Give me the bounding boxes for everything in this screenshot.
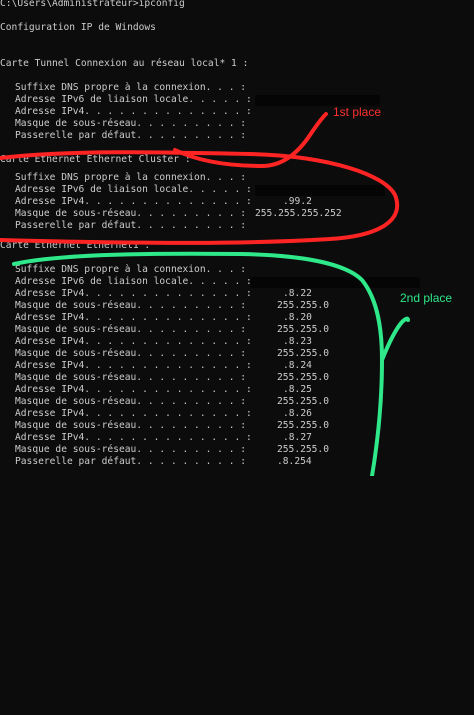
config-line-label: Masque de sous-réseau. . . . . . . . . : (15, 372, 247, 383)
command-prompt-window[interactable]: C:\Users\Administrateur>ipconfig Configu… (0, 0, 474, 476)
ipv4-value: .8.20 (283, 312, 312, 323)
config-line-label: Adresse IPv4. . . . . . . . . . . . . . … (15, 312, 252, 323)
config-line-label: Passerelle par défaut. . . . . . . . . : (15, 456, 247, 467)
ipv4-value: .8.23 (283, 336, 312, 347)
config-line-label: Masque de sous-réseau. . . . . . . . . : (15, 300, 247, 311)
first-place-label: 1st place (333, 105, 382, 119)
adapter-title-ethernet-cluster: Carte Ethernet Ethernet Cluster : (0, 154, 191, 165)
ipv4-value: .99.2 (283, 196, 312, 207)
config-line-label: Masque de sous-réseau. . . . . . . . . : (15, 444, 247, 455)
config-line-label: Adresse IPv6 de liaison locale. . . . . … (15, 184, 252, 195)
config-line-label: Masque de sous-réseau. . . . . . . . . : (15, 324, 247, 335)
config-line-label: Adresse IPv4. . . . . . . . . . . . . . … (15, 336, 252, 347)
config-line-label: Adresse IPv4. . . . . . . . . . . . . . … (15, 106, 252, 117)
config-line-label: Adresse IPv4. . . . . . . . . . . . . . … (15, 408, 252, 419)
gateway-value: .8.254 (277, 456, 312, 467)
ipv4-value: .8.27 (283, 432, 312, 443)
config-line-label: Masque de sous-réseau. . . . . . . . . : (15, 208, 247, 219)
ipv4-value: .8.25 (283, 384, 312, 395)
prompt-line: C:\Users\Administrateur>ipconfig (0, 0, 185, 9)
config-line-label: Masque de sous-réseau. . . . . . . . . : (15, 348, 247, 359)
adapter-title-ethernet1: Carte Ethernet Ethernet1 : (0, 240, 151, 251)
config-line-label: Adresse IPv6 de liaison locale. . . . . … (15, 276, 252, 287)
config-line-label: Adresse IPv4. . . . . . . . . . . . . . … (15, 288, 252, 299)
ipv4-value: .8.24 (283, 360, 312, 371)
subnet-mask-value: 255.255.0 (277, 396, 329, 407)
config-line-label: Masque de sous-réseau. . . . . . . . . : (15, 396, 247, 407)
ipconfig-header: Configuration IP de Windows (0, 22, 156, 33)
second-place-label: 2nd place (400, 291, 453, 305)
config-line-label: Passerelle par défaut. . . . . . . . . : (15, 130, 247, 141)
green-arrow-stroke (380, 316, 410, 362)
config-line-label: Adresse IPv4. . . . . . . . . . . . . . … (15, 360, 252, 371)
subnet-mask-value: 255.255.0 (277, 444, 329, 455)
subnet-mask-value: 255.255.0 (277, 324, 329, 335)
config-line-label: Adresse IPv4. . . . . . . . . . . . . . … (15, 384, 252, 395)
subnet-mask-value: 255.255.0 (277, 348, 329, 359)
subnet-mask-value: 255.255.0 (277, 300, 329, 311)
config-line-label: Suffixe DNS propre à la connexion. . . : (15, 82, 247, 93)
adapter-title-tunnel: Carte Tunnel Connexion au réseau local* … (0, 58, 249, 69)
ipv4-value: .8.26 (283, 408, 312, 419)
redacted-value (255, 185, 385, 196)
config-line-label: Masque de sous-réseau. . . . . . . . . : (15, 420, 247, 431)
redacted-value (250, 277, 420, 288)
config-line-label: Adresse IPv4. . . . . . . . . . . . . . … (15, 432, 252, 443)
config-line-label: Masque de sous-réseau. . . . . . . . . : (15, 118, 247, 129)
subnet-mask-value: 255.255.255.252 (255, 208, 342, 219)
config-line-label: Adresse IPv4. . . . . . . . . . . . . . … (15, 196, 252, 207)
config-line-label: Passerelle par défaut. . . . . . . . . : (15, 220, 247, 231)
ipv4-value: .8.22 (283, 288, 312, 299)
config-line-label: Suffixe DNS propre à la connexion. . . : (15, 264, 247, 275)
config-line-label: Suffixe DNS propre à la connexion. . . : (15, 172, 247, 183)
subnet-mask-value: 255.255.0 (277, 420, 329, 431)
config-line-label: Adresse IPv6 de liaison locale. . . . . … (15, 94, 252, 105)
subnet-mask-value: 255.255.0 (277, 372, 329, 383)
